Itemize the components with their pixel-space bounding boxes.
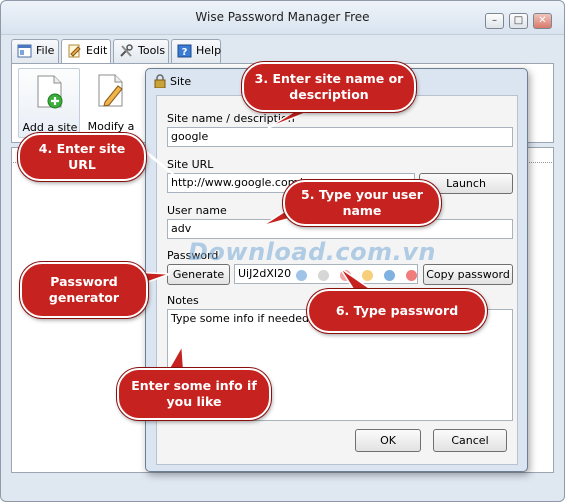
callout-generator: Password generator (20, 262, 148, 318)
callout-user-name: 5. Type your user name (283, 180, 441, 226)
callout-notes: Enter some info if you like (117, 368, 271, 420)
callout-password: 6. Type password (307, 289, 487, 333)
callout-site-url: 4. Enter site URL (18, 133, 146, 181)
callout-site-name: 3. Enter site name or description (242, 62, 416, 112)
